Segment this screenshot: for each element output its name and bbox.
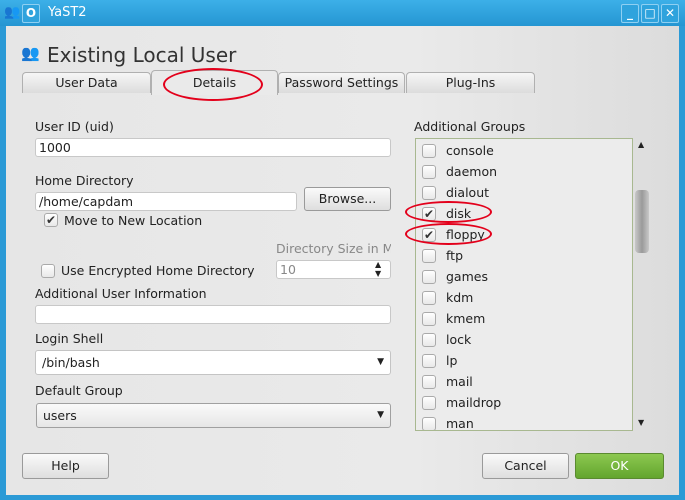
group-checkbox[interactable] [422,333,436,347]
group-checkbox[interactable] [422,291,436,305]
scroll-up-icon[interactable]: ▲ [638,140,644,149]
group-name: games [446,269,488,284]
cancel-button[interactable]: Cancel [482,453,569,479]
uid-input[interactable]: 1000 [35,138,391,157]
minimize-button[interactable]: _ [621,4,639,23]
window-title: YaST2 [48,5,87,20]
group-checkbox[interactable] [422,270,436,284]
additional-groups-label: Additional Groups [414,119,526,134]
encrypted-home-checkbox[interactable] [41,264,55,278]
encrypted-home-label: Use Encrypted Home Directory [61,263,255,278]
directory-size-label: Directory Size in MB [276,241,391,256]
tab-user-data[interactable]: User Data [22,72,151,93]
group-name: lp [446,353,458,368]
group-name: mail [446,374,473,389]
login-shell-label: Login Shell [35,331,104,346]
group-name: kdm [446,290,474,305]
annotation-ellipse [405,223,492,245]
move-location-checkbox[interactable]: ✔ [44,213,58,227]
login-shell-combo[interactable]: /bin/bash ▼ [35,350,391,375]
tab-password-settings[interactable]: Password Settings [278,72,405,93]
group-name: man [446,416,474,431]
group-name: kmem [446,311,486,326]
maximize-button[interactable]: □ [641,4,659,23]
group-checkbox[interactable] [422,312,436,326]
group-name: ftp [446,248,464,263]
directory-size-spinbox[interactable]: 10 [276,260,391,279]
group-checkbox[interactable] [422,249,436,263]
additional-info-input[interactable] [35,305,391,324]
user-icon: 👥 [21,44,40,62]
chevron-down-icon: ▼ [377,357,384,367]
chevron-down-icon: ▼ [377,410,384,420]
spin-arrows-icon[interactable]: ▲ ▼ [375,260,381,278]
group-name: dialout [446,185,490,200]
home-directory-label: Home Directory [35,173,134,188]
group-name: lock [446,332,472,347]
group-checkbox[interactable] [422,354,436,368]
scrollbar-thumb[interactable] [635,190,649,253]
groups-scrollbar[interactable]: ▲ ▼ [634,138,651,431]
app-menu-icon[interactable]: O [22,4,40,23]
default-group-value: users [43,408,77,423]
tab-plug-ins[interactable]: Plug-Ins [406,72,535,93]
page-title: Existing Local User [47,43,237,67]
close-button[interactable]: ✕ [661,4,679,23]
ok-button[interactable]: OK [575,453,664,479]
help-button[interactable]: Help [22,453,109,479]
annotation-ellipse [163,68,263,101]
group-name: daemon [446,164,498,179]
annotation-ellipse [405,201,492,223]
scroll-down-icon[interactable]: ▼ [638,418,644,427]
browse-button[interactable]: Browse... [304,187,391,211]
home-directory-input[interactable]: /home/capdam [35,192,297,211]
uid-label: User ID (uid) [35,119,114,134]
group-checkbox[interactable] [422,375,436,389]
group-checkbox[interactable] [422,144,436,158]
title-bar [0,0,685,26]
group-name: maildrop [446,395,502,410]
groups-list[interactable]: console daemon dialout ✔ disk ✔ floppy ftp games… [415,138,633,431]
additional-info-label: Additional User Information [35,286,207,301]
default-group-combo[interactable]: users ▼ [36,403,391,428]
group-checkbox[interactable] [422,186,436,200]
group-checkbox[interactable] [422,396,436,410]
login-shell-value: /bin/bash [42,355,100,370]
move-location-label: Move to New Location [64,213,203,228]
group-name: console [446,143,494,158]
default-group-label: Default Group [35,383,123,398]
group-checkbox[interactable] [422,165,436,179]
group-checkbox[interactable] [422,417,436,430]
users-icon: 👥 [4,5,21,20]
